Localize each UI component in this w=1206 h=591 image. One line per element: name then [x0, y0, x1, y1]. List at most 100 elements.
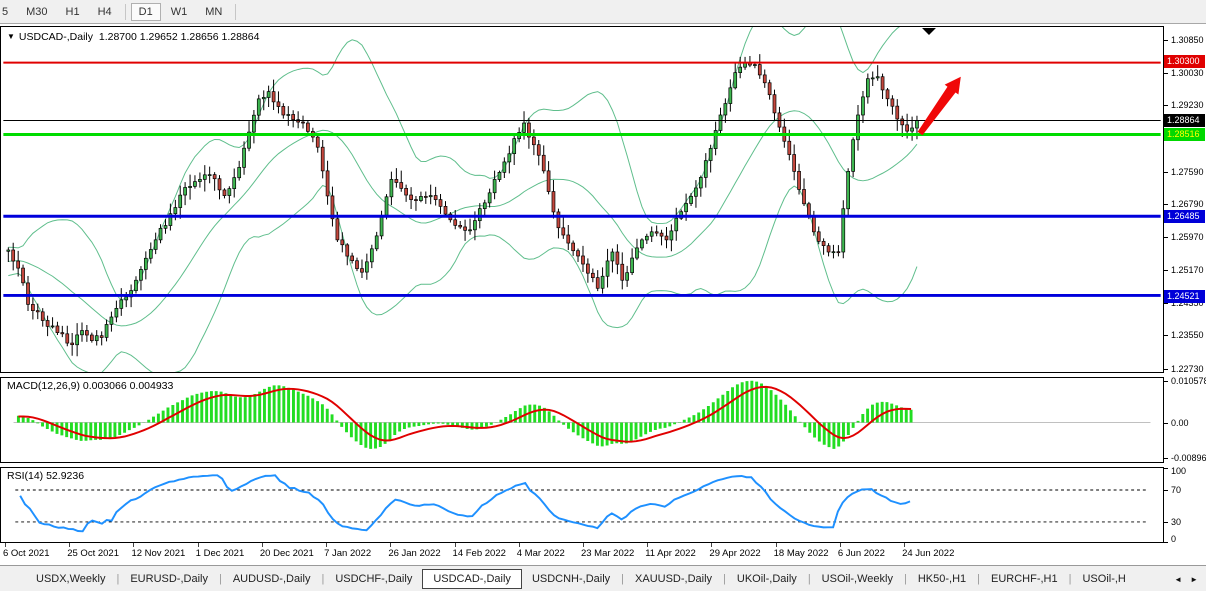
- axis-tick: [1164, 270, 1168, 271]
- date-label: 20 Dec 2021: [260, 548, 314, 559]
- rsi-tick-label: 0: [1171, 534, 1176, 544]
- axis-tick: [1164, 369, 1168, 370]
- date-tick: [711, 543, 712, 547]
- date-label: 29 Apr 2022: [709, 548, 760, 559]
- date-label: 14 Feb 2022: [453, 548, 506, 559]
- trend-arrow-object[interactable]: [918, 77, 961, 136]
- date-tick: [904, 543, 905, 547]
- tab-usdcad-daily[interactable]: USDCAD-,Daily: [422, 569, 522, 589]
- price-badge-1.28516: 1.28516: [1164, 128, 1205, 141]
- date-label: 6 Jun 2022: [838, 548, 885, 559]
- tab-separator: |: [977, 573, 980, 585]
- axis-tick: [1164, 172, 1168, 173]
- price-badge-1.28864: 1.28864: [1164, 114, 1205, 127]
- tab-eurusd-daily[interactable]: EURUSD-,Daily: [120, 569, 218, 589]
- date-tick: [262, 543, 263, 547]
- chart-title: ▼ USDCAD-,Daily 1.28700 1.29652 1.28656 1…: [7, 31, 259, 43]
- macd-tick-label: -0.00896: [1171, 453, 1206, 463]
- bollinger-bands: [8, 26, 917, 373]
- chart-ohlc-readout: 1.28700 1.29652 1.28656 1.28864: [99, 31, 260, 43]
- rsi-line: [20, 475, 910, 531]
- timeframe-toolbar: 5M30H1H4 D1W1MN: [0, 0, 1206, 24]
- axis-tick: [1164, 468, 1168, 469]
- timeframe-button-w1[interactable]: W1: [163, 3, 196, 21]
- tab-usoil-weekly[interactable]: USOil-,Weekly: [812, 569, 903, 589]
- tab-separator: |: [808, 573, 811, 585]
- axis-tick: [1164, 303, 1168, 304]
- tab-usdchf-daily[interactable]: USDCHF-,Daily: [325, 569, 422, 589]
- rsi-pane[interactable]: [0, 467, 1164, 543]
- axis-tick: [1164, 204, 1168, 205]
- tab-usoil-h[interactable]: USOil-,H: [1072, 569, 1135, 589]
- axis-tick: [1164, 73, 1168, 74]
- price-pane[interactable]: [0, 26, 1164, 373]
- tab-scroll-right-icon[interactable]: ►: [1186, 575, 1202, 584]
- tab-separator: |: [723, 573, 726, 585]
- tab-hk50-h1[interactable]: HK50-,H1: [908, 569, 976, 589]
- date-label: 7 Jan 2022: [324, 548, 371, 559]
- tab-scroll-left-icon[interactable]: ◄: [1170, 575, 1186, 584]
- candle-wicks: [8, 54, 917, 356]
- price-axis[interactable]: 1.308501.300301.292301.284101.275901.267…: [1164, 26, 1206, 565]
- date-tick: [390, 543, 391, 547]
- timeframe-button-5[interactable]: 5: [0, 3, 16, 21]
- axis-tick: [1164, 458, 1168, 459]
- macd-pane[interactable]: [0, 377, 1164, 463]
- chart-shift-marker[interactable]: [922, 28, 936, 35]
- date-label: 23 Mar 2022: [581, 548, 634, 559]
- date-tick: [776, 543, 777, 547]
- tab-usdx-weekly[interactable]: USDX,Weekly: [26, 569, 115, 589]
- tab-scroll-buttons: ◄►: [1168, 566, 1204, 591]
- price-badge-1.30300: 1.30300: [1164, 55, 1205, 68]
- date-axis[interactable]: 6 Oct 2021 25 Oct 2021 12 Nov 2021 1 Dec 20…: [0, 543, 1164, 565]
- axis-tick: [1164, 237, 1168, 238]
- tab-ukoil-daily[interactable]: UKOil-,Daily: [727, 569, 807, 589]
- tab-separator: |: [219, 573, 222, 585]
- rsi-indicator-label: RSI(14) 52.9236: [7, 470, 84, 482]
- macd-tick-label: 0.010578: [1171, 376, 1206, 386]
- timeframe-button-m30[interactable]: M30: [18, 3, 55, 21]
- tab-separator: |: [904, 573, 907, 585]
- axis-tick: [1164, 490, 1168, 491]
- date-tick: [583, 543, 584, 547]
- price-tick-label: 1.22730: [1171, 364, 1204, 374]
- date-label: 24 Jun 2022: [902, 548, 954, 559]
- timeframe-button-mn[interactable]: MN: [197, 3, 230, 21]
- chart-area: ▼ USDCAD-,Daily 1.28700 1.29652 1.28656 1…: [0, 24, 1206, 565]
- date-label: 6 Oct 2021: [3, 548, 49, 559]
- axis-tick: [1164, 423, 1168, 424]
- tab-separator: |: [321, 573, 324, 585]
- date-label: 11 Apr 2022: [645, 548, 696, 559]
- symbol-dropdown-icon[interactable]: ▼: [7, 32, 15, 41]
- date-label: 25 Oct 2021: [67, 548, 119, 559]
- macd-tick-label: 0.00: [1171, 418, 1189, 428]
- price-tick-label: 1.29230: [1171, 100, 1204, 110]
- tab-usdcnh-daily[interactable]: USDCNH-,Daily: [522, 569, 620, 589]
- date-label: 18 May 2022: [774, 548, 829, 559]
- date-tick: [326, 543, 327, 547]
- tab-xauusd-daily[interactable]: XAUUSD-,Daily: [625, 569, 722, 589]
- toolbar-separator: [235, 4, 236, 20]
- tab-audusd-daily[interactable]: AUDUSD-,Daily: [223, 569, 321, 589]
- timeframe-button-h1[interactable]: H1: [58, 3, 88, 21]
- price-tick-label: 1.27590: [1171, 167, 1204, 177]
- date-label: 12 Nov 2021: [131, 548, 185, 559]
- price-badge-1.24521: 1.24521: [1164, 290, 1205, 303]
- chart-title-symbol: USDCAD-,Daily: [19, 31, 93, 43]
- tab-separator: |: [116, 573, 119, 585]
- date-label: 4 Mar 2022: [517, 548, 565, 559]
- axis-tick: [1164, 542, 1168, 543]
- timeframe-button-h4[interactable]: H4: [90, 3, 120, 21]
- date-tick: [5, 543, 6, 547]
- tab-eurchf-h1[interactable]: EURCHF-,H1: [981, 569, 1068, 589]
- timeframe-button-d1[interactable]: D1: [131, 3, 161, 21]
- price-tick-label: 1.30850: [1171, 35, 1204, 45]
- date-label: 1 Dec 2021: [196, 548, 245, 559]
- axis-tick: [1164, 381, 1168, 382]
- date-tick: [519, 543, 520, 547]
- price-badge-1.26485: 1.26485: [1164, 210, 1205, 223]
- axis-tick: [1164, 105, 1168, 106]
- tab-separator: |: [1069, 573, 1072, 585]
- axis-tick: [1164, 40, 1168, 41]
- axis-tick: [1164, 335, 1168, 336]
